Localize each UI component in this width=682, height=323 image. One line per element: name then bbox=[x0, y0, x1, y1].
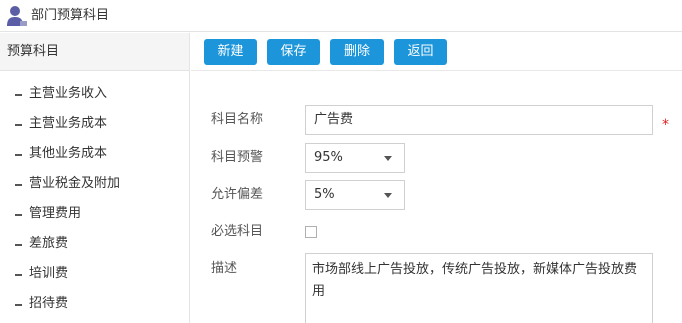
mandatory-checkbox[interactable] bbox=[305, 226, 317, 238]
dash-icon bbox=[15, 94, 22, 96]
sidebar-item-label: 营业税金及附加 bbox=[29, 176, 121, 191]
sidebar-list: 主营业务收入 主营业务成本 其他业务成本 营业税金及附加 管理费用 差旅费 培训… bbox=[0, 71, 189, 319]
dash-icon bbox=[15, 184, 22, 186]
sidebar-item-label: 主营业务收入 bbox=[29, 86, 108, 101]
deviation-label: 允许偏差 bbox=[211, 187, 264, 202]
sidebar-item-travel[interactable]: 差旅费 bbox=[0, 229, 189, 259]
sidebar-item-label: 培训费 bbox=[29, 266, 69, 281]
name-label: 科目名称 bbox=[211, 112, 264, 127]
warning-select-value: 95% bbox=[314, 150, 343, 165]
deviation-select-value: 5% bbox=[314, 187, 335, 202]
sidebar-item-label: 招待费 bbox=[29, 296, 69, 311]
sidebar-item-entertainment[interactable]: 招待费 bbox=[0, 289, 189, 319]
delete-button[interactable]: 删除 bbox=[330, 39, 384, 65]
dash-icon bbox=[15, 124, 22, 126]
sidebar-item-label: 差旅费 bbox=[29, 236, 69, 251]
chevron-down-icon bbox=[384, 156, 392, 161]
dash-icon bbox=[15, 154, 22, 156]
title-bar: 部门预算科目 bbox=[0, 0, 682, 32]
warning-label: 科目预警 bbox=[211, 150, 264, 165]
sidebar-title: 预算科目 bbox=[0, 33, 189, 71]
sidebar-item-label: 主营业务成本 bbox=[29, 116, 108, 131]
mandatory-label: 必选科目 bbox=[211, 224, 264, 239]
sidebar-item-main-cost[interactable]: 主营业务成本 bbox=[0, 109, 189, 139]
deviation-select[interactable]: 5% bbox=[305, 180, 405, 210]
save-button[interactable]: 保存 bbox=[267, 39, 320, 65]
dash-icon bbox=[15, 214, 22, 216]
sidebar: 预算科目 主营业务收入 主营业务成本 其他业务成本 营业税金及附加 管理费用 差… bbox=[0, 33, 190, 323]
description-label: 描述 bbox=[211, 261, 238, 276]
sidebar-item-label: 其他业务成本 bbox=[29, 146, 108, 161]
sidebar-item-other-cost[interactable]: 其他业务成本 bbox=[0, 139, 189, 169]
sidebar-item-admin-expense[interactable]: 管理费用 bbox=[0, 199, 189, 229]
back-button[interactable]: 返回 bbox=[394, 39, 447, 65]
sidebar-item-label: 管理费用 bbox=[29, 206, 82, 221]
user-icon bbox=[7, 6, 27, 26]
warning-select[interactable]: 95% bbox=[305, 143, 405, 173]
dash-icon bbox=[15, 274, 22, 276]
required-mark: * bbox=[662, 117, 669, 133]
toolbar: 新建 保存 删除 返回 bbox=[191, 33, 682, 71]
chevron-down-icon bbox=[384, 193, 392, 198]
new-button[interactable]: 新建 bbox=[204, 39, 257, 65]
window-title: 部门预算科目 bbox=[31, 8, 110, 23]
dash-icon bbox=[15, 304, 22, 306]
name-field[interactable]: 广告费 bbox=[305, 105, 653, 135]
main-panel: 新建 保存 删除 返回 科目名称 广告费 * 科目预警 95% 允许偏差 5% … bbox=[191, 33, 682, 323]
sidebar-item-training[interactable]: 培训费 bbox=[0, 259, 189, 289]
sidebar-item-business-tax[interactable]: 营业税金及附加 bbox=[0, 169, 189, 199]
sidebar-item-main-revenue[interactable]: 主营业务收入 bbox=[0, 79, 189, 109]
description-textarea[interactable]: 市场部线上广告投放，传统广告投放，新媒体广告投放费用 bbox=[305, 253, 653, 323]
dash-icon bbox=[15, 244, 22, 246]
